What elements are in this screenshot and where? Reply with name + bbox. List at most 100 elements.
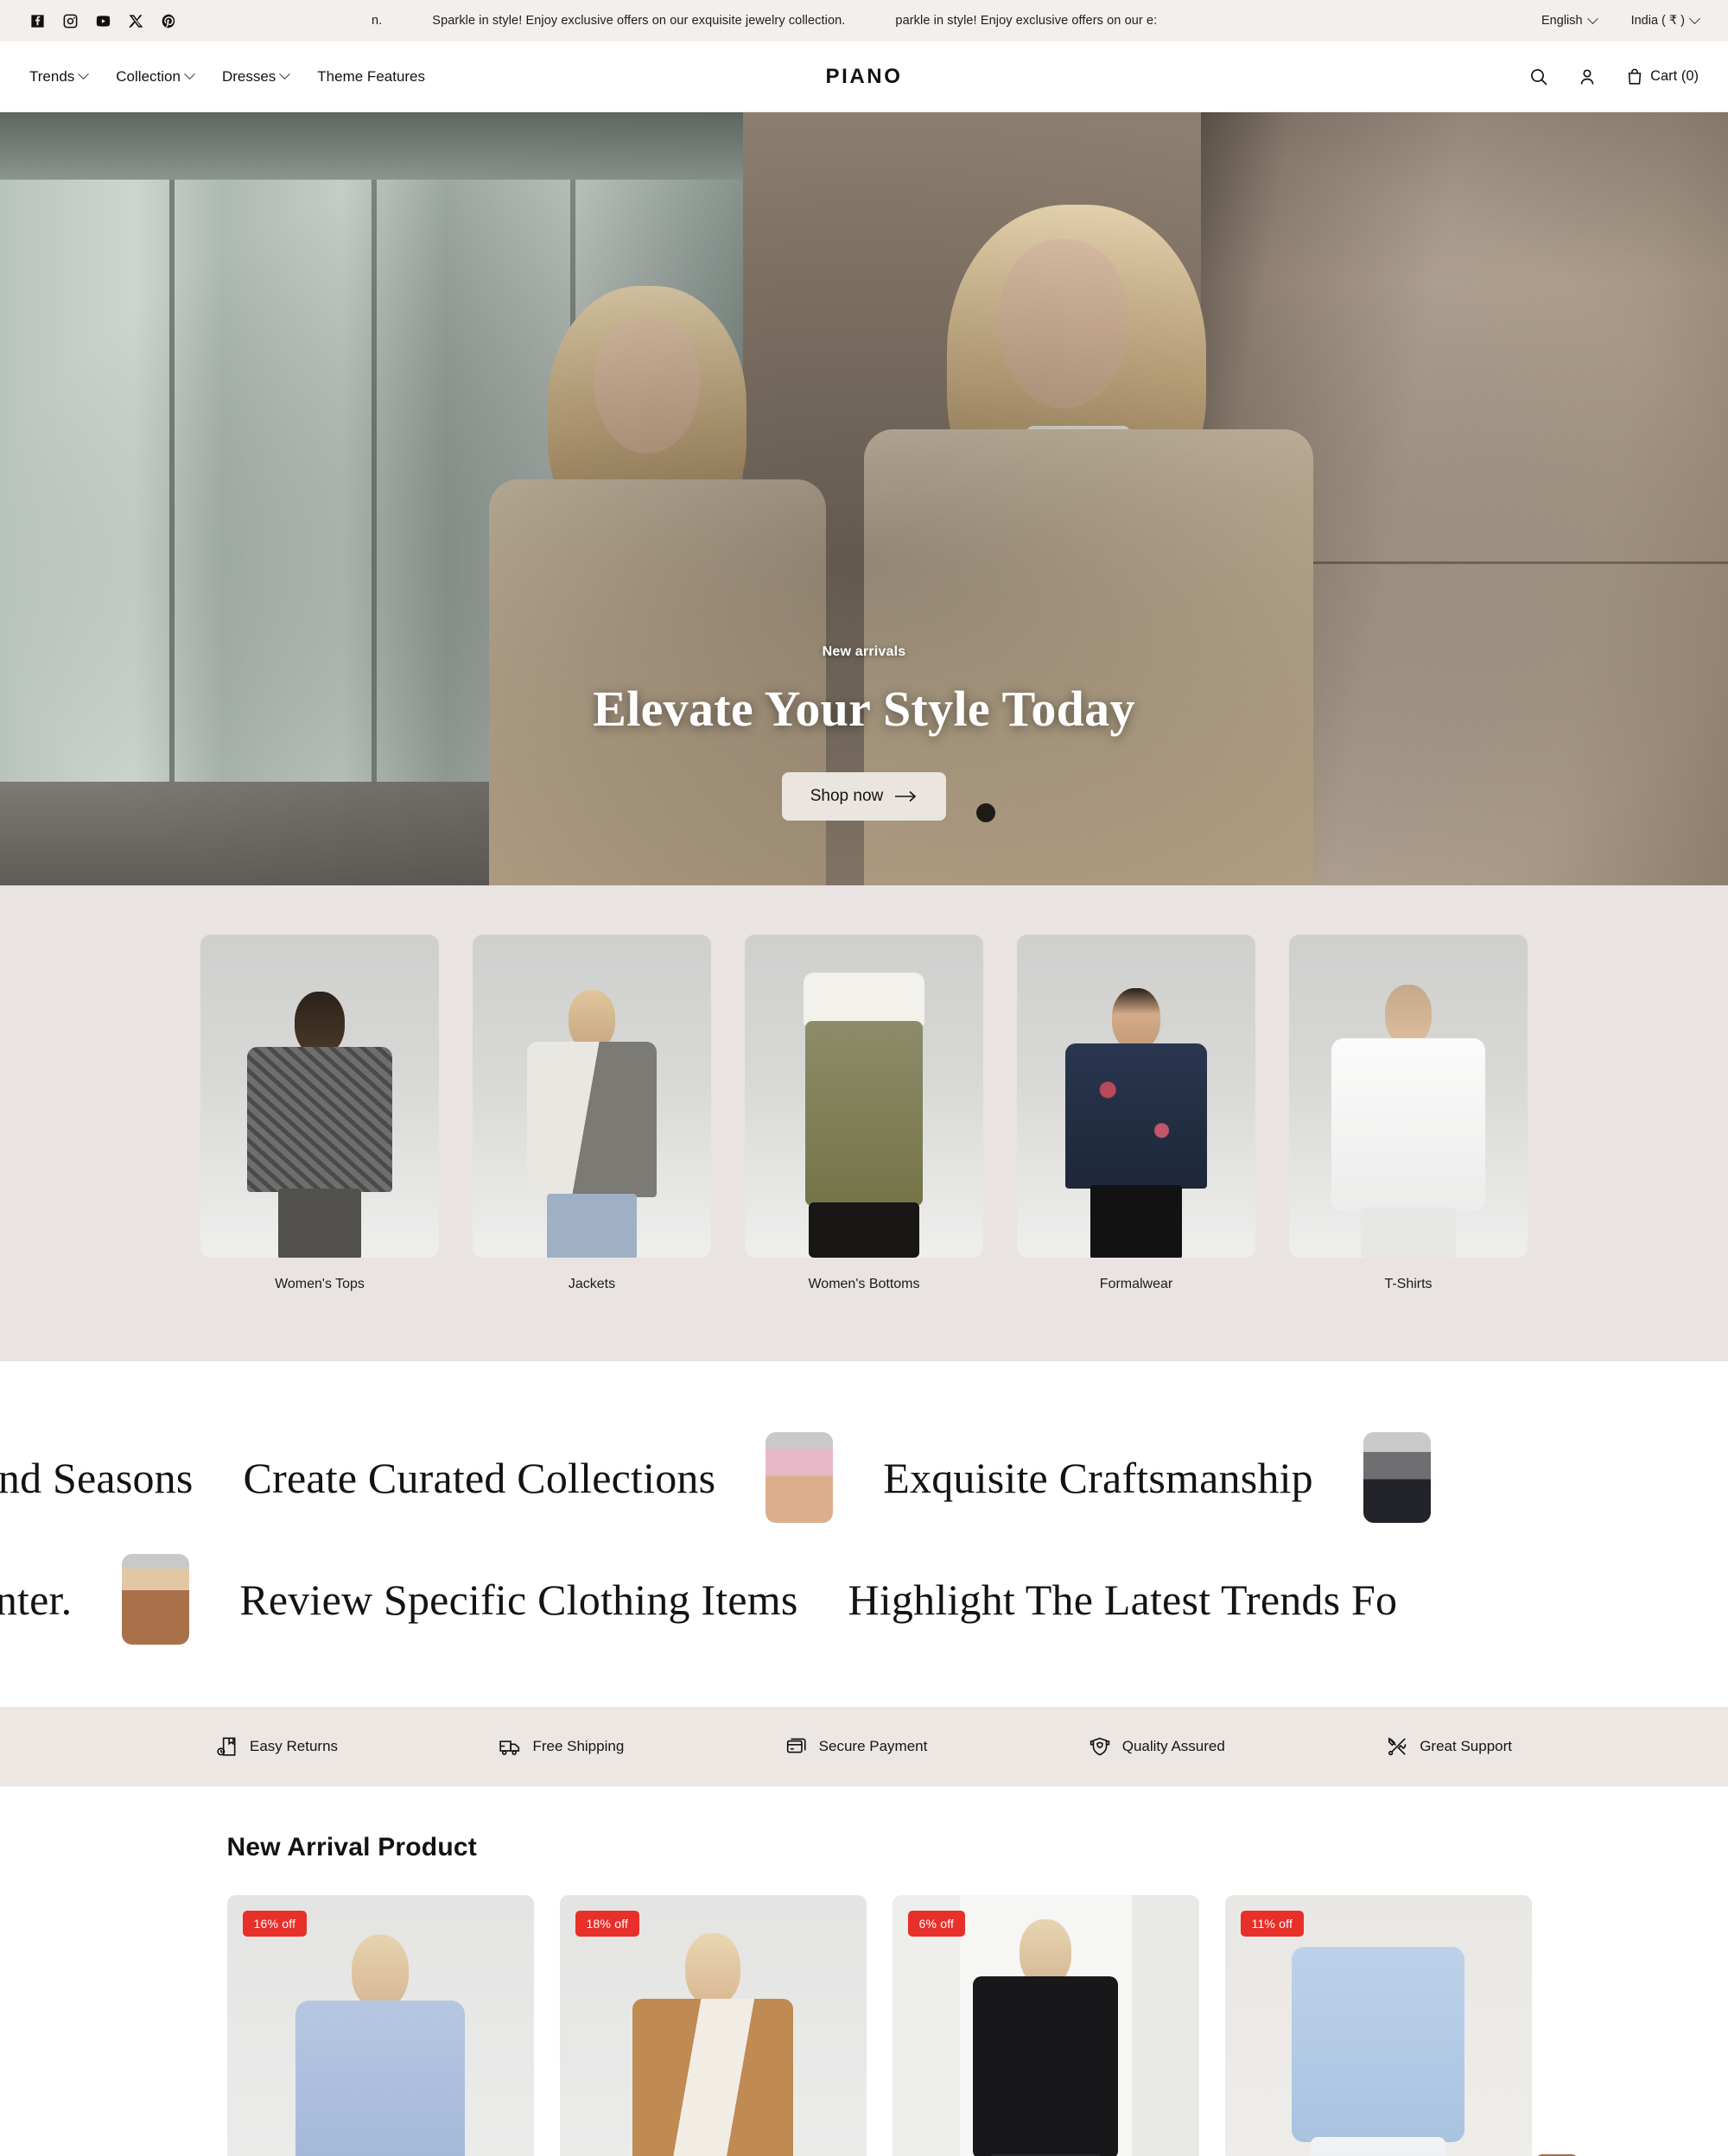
facebook-icon[interactable] — [29, 13, 46, 29]
nav-item-trends[interactable]: Trends — [29, 67, 90, 86]
category-label: Jackets — [568, 1277, 616, 1291]
chevron-down-icon — [1689, 12, 1700, 24]
chevron-down-icon — [279, 68, 291, 80]
category-image — [1289, 935, 1528, 1258]
youtube-icon[interactable] — [95, 13, 111, 29]
shopping-bag-icon — [1628, 68, 1642, 85]
marquee-thumbnail — [1363, 1432, 1431, 1523]
nav-item-theme-features[interactable]: Theme Features — [317, 68, 425, 86]
scrolling-text-section: ent Occasions And Seasons Create Curated… — [0, 1361, 1728, 1707]
site-header: Trends Collection Dresses Theme Features… — [0, 41, 1728, 112]
category-image — [1017, 935, 1255, 1258]
announcement-text-1: Sparkle in style! Enjoy exclusive offers… — [432, 14, 846, 28]
discount-badge: 18% off — [575, 1911, 640, 1937]
chevron-down-icon — [1586, 12, 1598, 24]
trust-badge-quality-assured: Quality Assured — [1089, 1735, 1225, 1758]
cart-label: Cart (0) — [1650, 68, 1699, 84]
marquee-text: Create Curated Collections — [243, 1453, 716, 1502]
chevron-down-icon — [184, 68, 195, 80]
nav-item-dresses[interactable]: Dresses — [221, 67, 291, 86]
marquee-text: ent Occasions And Seasons — [0, 1453, 194, 1502]
category-card-womens-tops[interactable]: Women's Tops — [200, 935, 439, 1292]
category-card-jackets[interactable]: Jackets — [473, 935, 711, 1292]
hero-banner: New arrivals Elevate Your Style Today Sh… — [0, 112, 1728, 885]
new-arrival-section: New Arrival Product 16% off 18% off 6% o… — [0, 1786, 1728, 2156]
trust-badge-free-shipping: Free Shipping — [499, 1735, 624, 1758]
marquee-row-1: ent Occasions And Seasons Create Curated… — [0, 1432, 1728, 1523]
product-card[interactable]: 18% off — [559, 1895, 867, 2156]
category-label: Formalwear — [1099, 1277, 1173, 1291]
tools-support-icon — [1388, 1737, 1407, 1756]
credit-card-icon — [786, 1738, 806, 1753]
discount-badge: 11% off — [1240, 1911, 1305, 1937]
trust-badge-label: Quality Assured — [1121, 1738, 1225, 1754]
category-image — [473, 935, 711, 1258]
marquee-text: t Trends For And Winter. — [0, 1575, 73, 1624]
marquee-text: Review Specific Clothing Items — [239, 1575, 798, 1624]
trust-badge-great-support: Great Support — [1386, 1735, 1512, 1758]
category-label: T-Shirts — [1384, 1277, 1433, 1291]
announcement-marquee: n. Sparkle in style! Enjoy exclusive off… — [372, 0, 1443, 41]
trust-badges-list: Easy Returns Free Shipping Secure Paymen… — [216, 1735, 1512, 1758]
trust-badge-label: Easy Returns — [250, 1738, 339, 1754]
currency-value: India ( ₹ ) — [1630, 14, 1685, 28]
section-title: New Arrival Product — [226, 1833, 477, 1861]
product-card[interactable]: 6% off — [892, 1895, 1199, 2156]
locale-selectors: English India ( ₹ ) — [1541, 12, 1700, 28]
hero-content: New arrivals Elevate Your Style Today Sh… — [0, 644, 1728, 821]
delivery-truck-icon — [499, 1741, 520, 1755]
shop-now-button[interactable]: Shop now — [781, 772, 947, 821]
social-links — [29, 13, 177, 29]
marquee-text: Highlight The Latest Trends Fo — [848, 1575, 1398, 1624]
arrow-right-icon — [895, 790, 917, 802]
main-navigation: Trends Collection Dresses Theme Features — [29, 68, 425, 86]
category-image — [200, 935, 439, 1258]
announcement-text-2: parkle in style! Enjoy exclusive offers … — [895, 14, 1158, 28]
trust-badge-secure-payment: Secure Payment — [785, 1735, 928, 1758]
nav-label: Collection — [116, 67, 181, 85]
category-collection-section: Women's Tops Jackets Women's Bottoms For… — [0, 885, 1728, 1361]
announcement-text-0: n. — [372, 14, 383, 28]
discount-badge: 16% off — [242, 1911, 308, 1937]
hero-title: Elevate Your Style Today — [593, 681, 1135, 737]
shop-now-label: Shop now — [810, 787, 884, 805]
quality-shield-icon — [1090, 1737, 1109, 1756]
package-return-icon — [217, 1737, 236, 1756]
trust-badge-label: Great Support — [1420, 1738, 1512, 1754]
product-carousel: 16% off 18% off 6% off 11% off — [226, 1895, 1579, 2156]
marquee-thumbnail — [122, 1554, 190, 1645]
marquee-text: Exquisite Craftsmanship — [883, 1453, 1313, 1502]
chevron-down-icon — [78, 68, 90, 80]
trust-badge-easy-returns: Easy Returns — [216, 1735, 338, 1758]
instagram-icon[interactable] — [62, 13, 79, 29]
category-label: Women's Tops — [275, 1277, 365, 1291]
product-card[interactable]: 11% off — [1224, 1895, 1579, 2156]
language-selector[interactable]: English — [1541, 12, 1598, 28]
announcement-bar: n. Sparkle in style! Enjoy exclusive off… — [0, 0, 1728, 41]
category-image — [745, 935, 983, 1258]
cart-button[interactable]: Cart (0) — [1625, 67, 1699, 86]
language-value: English — [1541, 14, 1583, 28]
account-icon[interactable] — [1577, 67, 1598, 87]
nav-label: Trends — [29, 67, 75, 85]
trust-badges-bar: Easy Returns Free Shipping Secure Paymen… — [0, 1707, 1728, 1786]
x-twitter-icon[interactable] — [128, 13, 144, 29]
pinterest-icon[interactable] — [161, 13, 177, 29]
nav-item-collection[interactable]: Collection — [116, 67, 195, 86]
marquee-thumbnail — [766, 1432, 834, 1523]
trust-badge-label: Free Shipping — [532, 1738, 625, 1754]
search-icon[interactable] — [1528, 67, 1549, 87]
discount-badge: 6% off — [907, 1911, 966, 1937]
category-card-formalwear[interactable]: Formalwear — [1017, 935, 1255, 1292]
nav-label: Dresses — [221, 67, 276, 85]
product-card[interactable]: 16% off — [226, 1895, 534, 2156]
category-card-womens-bottoms[interactable]: Women's Bottoms — [745, 935, 983, 1292]
header-actions: Cart (0) — [1528, 67, 1699, 87]
hero-eyebrow: New arrivals — [822, 644, 906, 659]
category-card-t-shirts[interactable]: T-Shirts — [1289, 935, 1528, 1292]
category-label: Women's Bottoms — [808, 1277, 920, 1291]
category-list: Women's Tops Jackets Women's Bottoms For… — [200, 935, 1528, 1292]
site-logo[interactable]: PIANO — [825, 65, 902, 89]
currency-selector[interactable]: India ( ₹ ) — [1630, 12, 1700, 28]
trust-badge-label: Secure Payment — [818, 1738, 928, 1754]
